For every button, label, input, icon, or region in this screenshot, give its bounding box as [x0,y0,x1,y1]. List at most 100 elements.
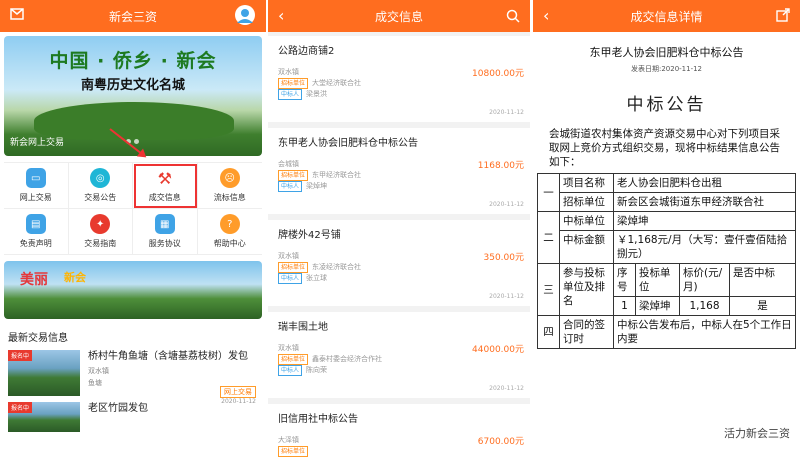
menu-label: 帮助中心 [213,239,246,248]
rank-cell: 梁焯坤 [635,296,680,316]
deal-org: 东凌经济联合社 [312,263,362,271]
doc-title: 东甲老人协会旧肥料仓中标公告 [589,46,744,59]
deal-card[interactable]: 东甲老人协会旧肥料仓中标公告 会城镇 招标单位 东甲经济联合社 中标人 梁焯坤 11… [268,128,530,214]
home-title: 新会三资 [108,9,157,24]
share-icon[interactable] [776,8,790,25]
menu-service-agreement[interactable]: ▦ 服务协议 [133,209,198,255]
menu-label: 网上交易 [19,193,52,202]
deal-card[interactable]: 旧信用社中标公告 大泽镇 招标单位 6700.00元 [268,404,530,473]
menu-label: 流标信息 [213,193,246,202]
org-tag: 招标单位 [278,78,309,89]
monitor-icon: ▭ [25,168,46,188]
home-top-bar: 新会三资 [0,0,266,32]
menu-label: 免责声明 [19,239,52,248]
list-item[interactable]: 报名中 桥村牛角鱼塘（含塘基荔枝树）发包 双水镇 鱼塘 网上交易 2020-11… [8,350,258,405]
table-row: 四 合同的签订时 中标公告发布后，中标人在5个工作日内要 [537,315,796,349]
label-cell: 项目名称 [559,173,614,193]
deal-price: 350.00元 [483,253,525,263]
menu-disclaimer[interactable]: ▤ 免责声明 [4,209,69,255]
org-tag: 招标单位 [278,354,309,365]
value-cell: 老人协会旧肥料仓出租 [613,173,796,193]
menu-failed-bid[interactable]: ☹ 流标信息 [197,163,262,209]
winner-tag: 中标人 [278,273,303,284]
banner-subtitle: 南粤历史文化名城 [80,78,185,93]
rank-head-cell: 序号 [613,263,636,297]
avatar[interactable] [234,4,256,29]
menu-label: 交易指南 [84,239,117,248]
label-cell: 中标金额 [559,230,614,264]
group-cell: 二 [537,211,560,264]
table-row: 一 项目名称 老人协会旧肥料仓出租 [537,173,796,212]
deal-card[interactable]: 瑞丰围土地 双水镇 招标单位 鑫泰村委会经济合作社 中标人 陈向荣 44000.00… [268,312,530,398]
label-cell: 参与投标单位及排名 [559,263,614,316]
deal-card[interactable]: 公路边商铺2 双水镇 招标单位 大堂经济联合社 中标人 梁景洪 10800.00元 … [268,36,530,122]
menu-label: 交易公告 [84,193,117,202]
search-icon[interactable] [506,9,520,26]
deal-card[interactable]: 牌楼外42号铺 双水镇 招标单位 东凌经济联合社 中标人 张立球 350.00元 2… [268,220,530,306]
status-badge: 报名中 [8,402,33,413]
group-cell: 四 [537,315,560,349]
deal-winner: 梁景洪 [306,90,328,98]
deal-title: 公路边商铺2 [278,46,335,57]
table-row: 二 中标单位 梁焯坤 [537,211,796,264]
menu-guide[interactable]: ✦ 交易指南 [68,209,133,255]
doc-heading: 中标公告 [626,95,707,115]
watermark: 活力新会三资 [720,423,794,443]
deal-price: 1168.00元 [477,161,524,171]
deal-title: 瑞丰围土地 [278,322,328,333]
mail-icon[interactable] [10,8,24,23]
menu-deal-info[interactable]: ⚒ 成交信息 [133,163,198,209]
back-icon[interactable]: ‹ [543,6,549,25]
app-composite: 新会三资 中国 · 侨乡 · 新会 南粤历史文化名城 新会网上交易 ▭ 网上交易… [0,0,800,473]
trade-badge: 网上交易 [220,386,256,398]
deal-date: 2020-11-12 [489,385,524,392]
gavel-icon: ⚒ [157,168,172,188]
list-item[interactable]: 报名中 老区竹园发包 [8,402,258,432]
value-cell: 新会区会城街道东甲经济联合社 [613,192,796,212]
list-title: 成交信息 [374,9,423,24]
menu-trade-notice[interactable]: ◎ 交易公告 [68,163,133,209]
label-cell: 中标单位 [559,211,614,231]
item-image: 报名中 [8,402,80,432]
deal-org: 东甲经济联合社 [312,171,362,179]
rank-cell: 1 [613,296,636,316]
banner2-word2: 新会 [64,271,86,284]
value-cell: 梁焯坤 [613,211,796,231]
deal-price: 44000.00元 [472,345,524,355]
result-table: 一 项目名称 老人协会旧肥料仓出租 招标单位 新会区会城街道东甲经济联合社 二 … [537,173,796,349]
value-cell: 中标公告发布后，中标人在5个工作日内要 [613,315,796,349]
rank-head-cell: 是否中标 [729,263,796,297]
deal-title: 牌楼外42号铺 [278,230,341,241]
winner-tag: 中标人 [278,89,303,100]
compass-icon: ✦ [90,214,111,234]
winner-tag: 中标人 [278,365,303,376]
org-tag: 招标单位 [278,262,309,273]
table-row: 三 参与投标单位及排名 序号 投标单位 标价(元/月) 是否中标 [537,263,796,316]
status-badge: 报名中 [8,350,33,361]
menu-online-trade[interactable]: ▭ 网上交易 [4,163,69,209]
home-screen: 新会三资 中国 · 侨乡 · 新会 南粤历史文化名城 新会网上交易 ▭ 网上交易… [0,0,266,473]
back-icon[interactable]: ‹ [278,6,284,25]
item-title: 桥村牛角鱼塘（含塘基荔枝树）发包 [88,351,248,362]
deal-price: 10800.00元 [472,69,524,79]
secondary-banner[interactable]: 美丽 新会 [4,261,262,319]
deal-org: 鑫泰村委会经济合作社 [312,355,383,363]
target-icon: ◎ [90,168,111,188]
deal-title: 东甲老人协会旧肥料仓中标公告 [278,138,418,149]
org-tag: 招标单位 [278,446,309,457]
deal-price: 6700.00元 [477,437,524,447]
deal-org: 大堂经济联合社 [312,79,362,87]
deal-date: 2020-11-12 [489,109,524,116]
doc-date: 发表日期:2020-11-12 [630,65,703,73]
home-banner[interactable]: 中国 · 侨乡 · 新会 南粤历史文化名城 新会网上交易 [4,36,262,156]
menu-help-center[interactable]: ? 帮助中心 [197,209,262,255]
doc-intro: 会城街道农村集体资产资源交易中心对下列项目采取网上竞价方式组织交易，现将中标结果… [549,128,780,168]
list-top-bar: ‹ 成交信息 [268,0,530,32]
item-town: 双水镇 [88,367,109,375]
value-cell: ￥1,168元/月（大写：壹仟壹佰陆拾捌元） [613,230,796,264]
label-cell: 招标单位 [559,192,614,212]
banner-title: 中国 · 侨乡 · 新会 [49,50,217,72]
item-image: 报名中 [8,350,80,396]
org-tag: 招标单位 [278,170,309,181]
rank-head-cell: 投标单位 [635,263,680,297]
